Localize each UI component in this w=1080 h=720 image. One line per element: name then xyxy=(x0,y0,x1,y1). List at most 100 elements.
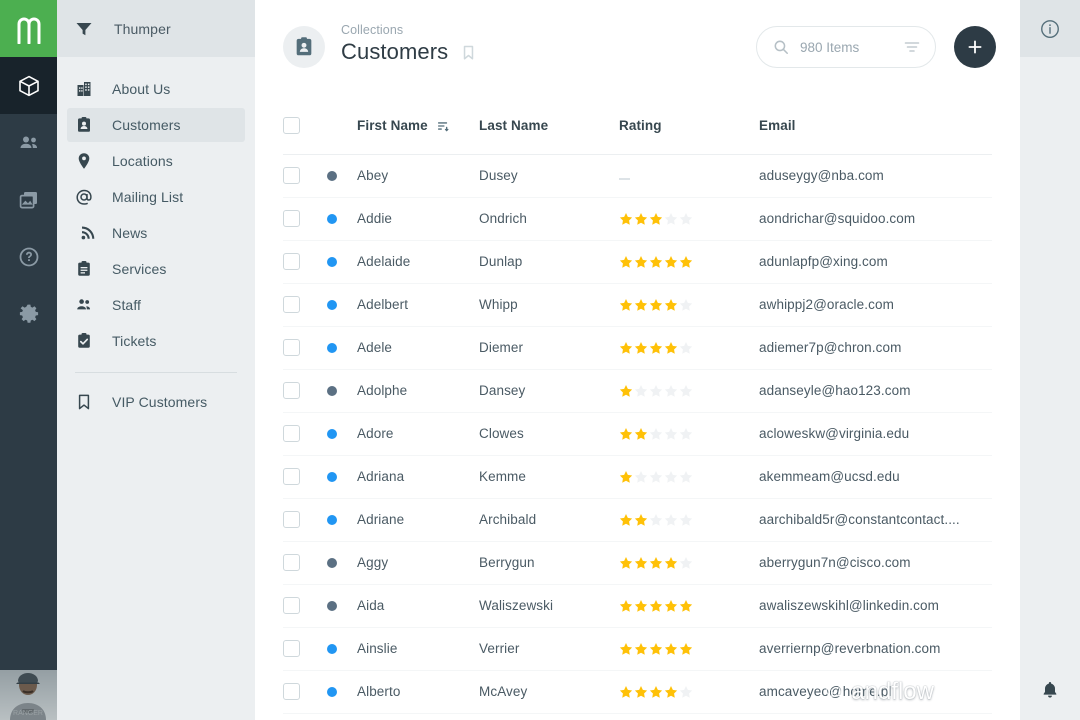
row-select-cell[interactable] xyxy=(283,197,327,240)
app-root: RANGER Thumper xyxy=(0,0,1080,720)
row-checkbox[interactable] xyxy=(283,554,300,571)
cell-email: aondrichar@squidoo.com xyxy=(759,197,992,240)
rail-item-people[interactable] xyxy=(0,114,57,171)
sidebar-item-services[interactable]: Services xyxy=(67,252,245,286)
building-icon xyxy=(75,80,101,98)
table-row[interactable]: AbeyDuseyaduseygy@nba.com xyxy=(283,154,992,197)
table-row[interactable]: AidaWaliszewskiawaliszewskihl@linkedin.c… xyxy=(283,584,992,627)
column-header-rating[interactable]: Rating xyxy=(619,98,759,154)
table-row[interactable]: AdelbertWhippawhippj2@oracle.com xyxy=(283,283,992,326)
table-header: First Name Last Name xyxy=(283,98,992,154)
rail-item-settings[interactable] xyxy=(0,285,57,342)
star-icon xyxy=(634,212,648,226)
sidebar-item-staff[interactable]: Staff xyxy=(67,288,245,322)
row-select-cell[interactable] xyxy=(283,670,327,713)
cell-rating xyxy=(619,369,759,412)
avatar[interactable]: RANGER xyxy=(0,663,57,720)
table-row[interactable]: AddieOndrichaondrichar@squidoo.com xyxy=(283,197,992,240)
sidebar-item-locations[interactable]: Locations xyxy=(67,144,245,178)
header-actions xyxy=(756,26,996,68)
select-all-cell[interactable] xyxy=(283,98,327,154)
cell-rating xyxy=(619,197,759,240)
rail-item-collections[interactable] xyxy=(0,57,57,114)
row-checkbox[interactable] xyxy=(283,167,300,184)
row-select-cell[interactable] xyxy=(283,627,327,670)
table-row[interactable]: AdeleDiemeradiemer7p@chron.com xyxy=(283,326,992,369)
notifications-button[interactable] xyxy=(1020,660,1080,720)
status-dot xyxy=(327,386,337,396)
star-icon xyxy=(679,212,693,226)
breadcrumb[interactable]: Collections xyxy=(341,22,477,38)
filter-lines-icon[interactable] xyxy=(903,38,921,56)
row-checkbox[interactable] xyxy=(283,640,300,657)
row-checkbox[interactable] xyxy=(283,683,300,700)
star-icon xyxy=(664,556,678,570)
column-header-first-name[interactable]: First Name xyxy=(357,98,479,154)
app-logo[interactable] xyxy=(0,0,57,57)
info-panel-toggle[interactable] xyxy=(1020,0,1080,57)
table-row[interactable]: AggyBerrygunaberrygun7n@cisco.com xyxy=(283,541,992,584)
row-select-cell[interactable] xyxy=(283,369,327,412)
row-select-cell[interactable] xyxy=(283,326,327,369)
row-checkbox[interactable] xyxy=(283,296,300,313)
row-select-cell[interactable] xyxy=(283,498,327,541)
select-all-checkbox[interactable] xyxy=(283,117,300,134)
table-row[interactable]: AlbertoMcAveyamcaveyeo@home.pl xyxy=(283,670,992,713)
row-checkbox[interactable] xyxy=(283,253,300,270)
cell-last-name: Diemer xyxy=(479,326,619,369)
row-select-cell[interactable] xyxy=(283,541,327,584)
add-item-button[interactable] xyxy=(954,26,996,68)
cell-email: akemmeam@ucsd.edu xyxy=(759,455,992,498)
table-row[interactable]: AdrianaKemmeakemmeam@ucsd.edu xyxy=(283,455,992,498)
table-row[interactable]: AdolpheDanseyadanseyle@hao123.com xyxy=(283,369,992,412)
row-select-cell[interactable] xyxy=(283,283,327,326)
cell-last-name: Verrier xyxy=(479,627,619,670)
rail-item-help[interactable] xyxy=(0,228,57,285)
row-checkbox[interactable] xyxy=(283,468,300,485)
status-dot xyxy=(327,601,337,611)
table-row[interactable]: AdelaideDunlapadunlapfp@xing.com xyxy=(283,240,992,283)
star-icon xyxy=(619,685,633,699)
rating-stars xyxy=(619,298,759,312)
bell-icon xyxy=(1040,680,1060,700)
star-icon xyxy=(619,556,633,570)
bookmark-outline-icon[interactable] xyxy=(460,44,477,61)
sidebar-item-tickets[interactable]: Tickets xyxy=(67,324,245,358)
sidebar-item-news[interactable]: News xyxy=(67,216,245,250)
row-select-cell[interactable] xyxy=(283,584,327,627)
column-header-last-name[interactable]: Last Name xyxy=(479,98,619,154)
row-checkbox[interactable] xyxy=(283,210,300,227)
sidebar-item-label: Locations xyxy=(112,153,173,169)
row-select-cell[interactable] xyxy=(283,455,327,498)
funnel-icon xyxy=(75,20,101,38)
status-dot xyxy=(327,515,337,525)
column-header-email[interactable]: Email xyxy=(759,98,992,154)
cell-email: amcaveyeo@home.pl xyxy=(759,670,992,713)
row-select-cell[interactable] xyxy=(283,154,327,197)
table-row[interactable]: AdoreClowesacloweskw@virginia.edu xyxy=(283,412,992,455)
row-checkbox[interactable] xyxy=(283,511,300,528)
row-select-cell[interactable] xyxy=(283,240,327,283)
row-checkbox[interactable] xyxy=(283,339,300,356)
status-header-cell xyxy=(327,98,357,154)
table-row[interactable]: AdrianeArchibaldaarchibald5r@constantcon… xyxy=(283,498,992,541)
site-selector[interactable]: Thumper xyxy=(57,0,255,57)
sidebar-item-mailing-list[interactable]: Mailing List xyxy=(67,180,245,214)
status-dot xyxy=(327,644,337,654)
row-checkbox[interactable] xyxy=(283,597,300,614)
search-input[interactable] xyxy=(800,40,900,55)
contact-card-icon xyxy=(293,36,315,58)
search-box[interactable] xyxy=(756,26,936,68)
row-checkbox[interactable] xyxy=(283,382,300,399)
row-status-cell xyxy=(327,670,357,713)
table-row[interactable]: AinslieVerrieraverriernp@reverbnation.co… xyxy=(283,627,992,670)
cell-last-name: Clowes xyxy=(479,412,619,455)
sidebar-item-customers[interactable]: Customers xyxy=(67,108,245,142)
row-checkbox[interactable] xyxy=(283,425,300,442)
star-icon xyxy=(679,470,693,484)
row-select-cell[interactable] xyxy=(283,412,327,455)
sidebar-item-about-us[interactable]: About Us xyxy=(67,72,245,106)
sidebar-item-vip-customers[interactable]: VIP Customers xyxy=(67,385,245,419)
rail-item-media[interactable] xyxy=(0,171,57,228)
sort-icon[interactable] xyxy=(436,119,450,133)
